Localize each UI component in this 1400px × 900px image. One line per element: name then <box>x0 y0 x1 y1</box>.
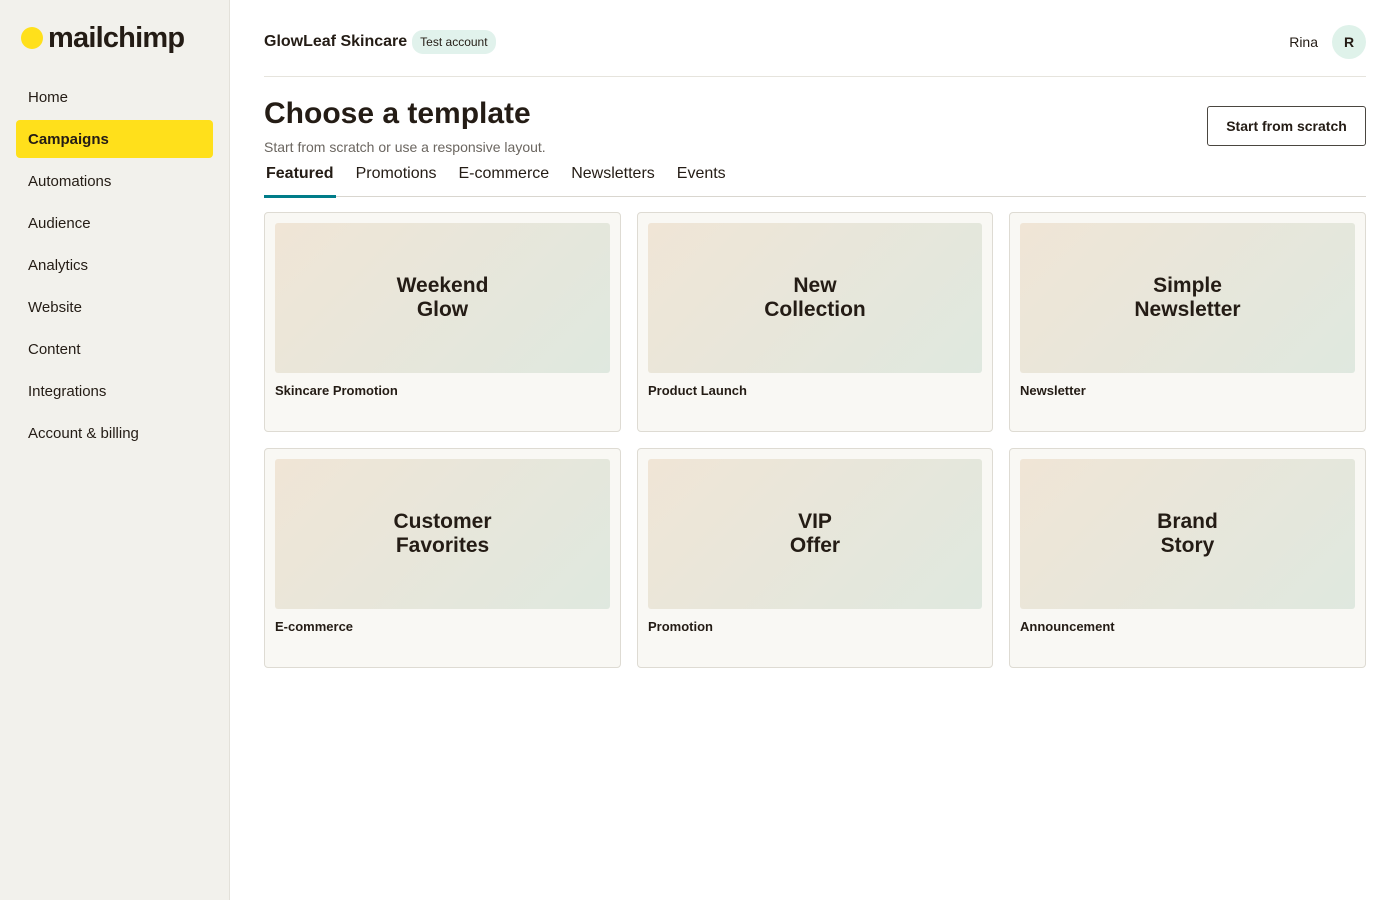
start-from-scratch-button[interactable]: Start from scratch <box>1207 106 1366 146</box>
template-preview: Customer Favorites <box>275 459 610 609</box>
template-card-brand-story[interactable]: Brand Story Announcement <box>1009 448 1366 668</box>
header-divider <box>264 76 1366 77</box>
sidebar-item-label: Analytics <box>28 256 89 274</box>
tab-events[interactable]: Events <box>675 158 728 196</box>
template-label: Product Launch <box>648 383 747 398</box>
sidebar-item-home[interactable]: Home <box>16 78 213 116</box>
sidebar-item-audience[interactable]: Audience <box>16 204 213 242</box>
template-label: Announcement <box>1020 619 1115 634</box>
template-label: Promotion <box>648 619 713 634</box>
sidebar-item-label: Audience <box>28 214 91 232</box>
template-card-simple-newsletter[interactable]: Simple Newsletter Newsletter <box>1009 212 1366 432</box>
template-preview: VIP Offer <box>648 459 982 609</box>
sidebar-item-label: Content <box>28 340 81 358</box>
logo-wordmark: mailchimp <box>48 21 185 54</box>
sidebar-item-label: Integrations <box>28 382 107 400</box>
sidebar-item-label: Website <box>28 298 82 316</box>
template-card-vip-offer[interactable]: VIP Offer Promotion <box>637 448 993 668</box>
sidebar-item-campaigns[interactable]: Campaigns <box>16 120 213 158</box>
template-preview-title: Brand Story <box>1157 510 1218 557</box>
template-preview-title: Customer Favorites <box>393 510 492 557</box>
page-title: Choose a template <box>264 97 531 130</box>
sidebar-item-label: Campaigns <box>28 130 109 148</box>
sidebar-item-analytics[interactable]: Analytics <box>16 246 213 284</box>
sidebar: mailchimp Home Campaigns Automations Aud… <box>0 0 230 900</box>
sidebar-item-integrations[interactable]: Integrations <box>16 372 213 410</box>
sidebar-item-label: Home <box>28 88 69 106</box>
sidebar-nav: Home Campaigns Automations Audience Anal… <box>16 78 213 456</box>
template-preview: Brand Story <box>1020 459 1355 609</box>
template-category-tabs: Featured Promotions E-commerce Newslette… <box>264 158 1366 198</box>
tab-e-commerce[interactable]: E-commerce <box>457 158 552 196</box>
tab-featured[interactable]: Featured <box>264 158 336 198</box>
sidebar-item-automations[interactable]: Automations <box>16 162 213 200</box>
template-preview: Weekend Glow <box>275 223 610 373</box>
sidebar-item-account-billing[interactable]: Account & billing <box>16 414 213 452</box>
main-content: GlowLeaf Skincare Test account Rina R Ch… <box>264 0 1366 900</box>
template-preview: New Collection <box>648 223 982 373</box>
mailchimp-logo[interactable]: mailchimp <box>21 20 185 56</box>
logo-mark-icon <box>21 27 43 49</box>
tab-newsletters[interactable]: Newsletters <box>569 158 657 196</box>
top-bar: GlowLeaf Skincare Test account Rina R <box>264 22 1366 62</box>
template-label: E-commerce <box>275 619 354 634</box>
account-name: GlowLeaf Skincare <box>264 33 408 50</box>
template-preview: Simple Newsletter <box>1020 223 1355 373</box>
test-account-badge: Test account <box>412 30 496 54</box>
template-grid: Weekend Glow Skincare Promotion New Coll… <box>264 212 1366 668</box>
template-card-customer-favorites[interactable]: Customer Favorites E-commerce <box>264 448 621 668</box>
sidebar-item-label: Account & billing <box>28 424 139 442</box>
template-label: Newsletter <box>1020 383 1086 398</box>
template-card-new-collection[interactable]: New Collection Product Launch <box>637 212 993 432</box>
avatar[interactable]: R <box>1332 25 1366 59</box>
template-card-weekend-glow[interactable]: Weekend Glow Skincare Promotion <box>264 212 621 432</box>
template-preview-title: Simple Newsletter <box>1134 274 1241 321</box>
template-label: Skincare Promotion <box>275 383 398 398</box>
page-subtitle: Start from scratch or use a responsive l… <box>264 139 546 155</box>
sidebar-item-label: Automations <box>28 172 112 190</box>
sidebar-item-website[interactable]: Website <box>16 288 213 326</box>
user-name: Rina <box>1289 34 1318 50</box>
user-menu[interactable]: Rina R <box>1289 22 1366 62</box>
template-preview-title: New Collection <box>764 274 866 321</box>
sidebar-item-content[interactable]: Content <box>16 330 213 368</box>
template-preview-title: VIP Offer <box>789 510 841 557</box>
tab-promotions[interactable]: Promotions <box>354 158 439 196</box>
template-preview-title: Weekend Glow <box>396 274 489 321</box>
